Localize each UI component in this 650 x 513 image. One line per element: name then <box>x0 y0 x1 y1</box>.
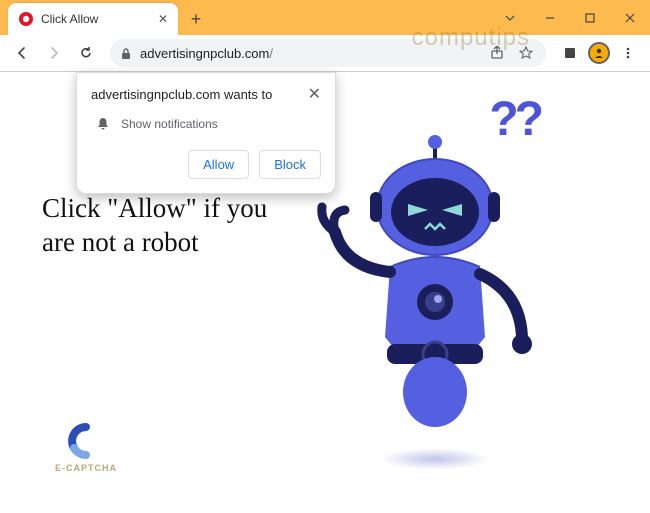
reload-button[interactable] <box>72 39 100 67</box>
permission-dialog: advertisingnpclub.com wants to ✕ Show no… <box>76 72 336 194</box>
permission-close-button[interactable]: ✕ <box>308 87 321 103</box>
extensions-icon[interactable] <box>556 39 584 67</box>
maximize-button[interactable] <box>570 3 610 33</box>
new-tab-button[interactable]: + <box>182 5 210 33</box>
tab-title: Click Allow <box>41 12 151 26</box>
close-window-button[interactable] <box>610 3 650 33</box>
question-marks: ?? <box>489 92 540 147</box>
url-path: / <box>269 46 273 61</box>
watermark-text: computips <box>412 24 530 52</box>
block-button[interactable]: Block <box>259 150 321 179</box>
url-host: advertisingnpclub.com <box>140 46 269 61</box>
tab-favicon <box>18 11 34 27</box>
permission-request-text: Show notifications <box>121 117 218 131</box>
tab-close-button[interactable]: ✕ <box>158 12 168 26</box>
title-bar: Click Allow ✕ + <box>0 0 650 35</box>
robot-shadow <box>380 448 490 470</box>
captcha-badge: E-CAPTCHA <box>55 422 117 473</box>
back-button[interactable] <box>8 39 36 67</box>
captcha-label: E-CAPTCHA <box>55 463 117 473</box>
permission-domain-text: advertisingnpclub.com wants to <box>91 87 272 102</box>
menu-button[interactable] <box>614 39 642 67</box>
forward-button[interactable] <box>40 39 68 67</box>
lock-icon <box>120 47 132 60</box>
allow-button[interactable]: Allow <box>188 150 249 179</box>
toolbar: advertisingnpclub.com/ <box>0 35 650 71</box>
browser-chrome: Click Allow ✕ + advertisingnpclub.com/ <box>0 0 650 72</box>
page-content: computips advertisingnpclub.com wants to… <box>0 72 650 513</box>
page-headline: Click "Allow" if you are not a robot <box>42 192 282 260</box>
profile-avatar[interactable] <box>588 42 610 64</box>
bell-icon <box>95 116 111 132</box>
minimize-button[interactable] <box>530 3 570 33</box>
browser-tab[interactable]: Click Allow ✕ <box>8 3 178 35</box>
captcha-logo-icon <box>67 422 105 460</box>
